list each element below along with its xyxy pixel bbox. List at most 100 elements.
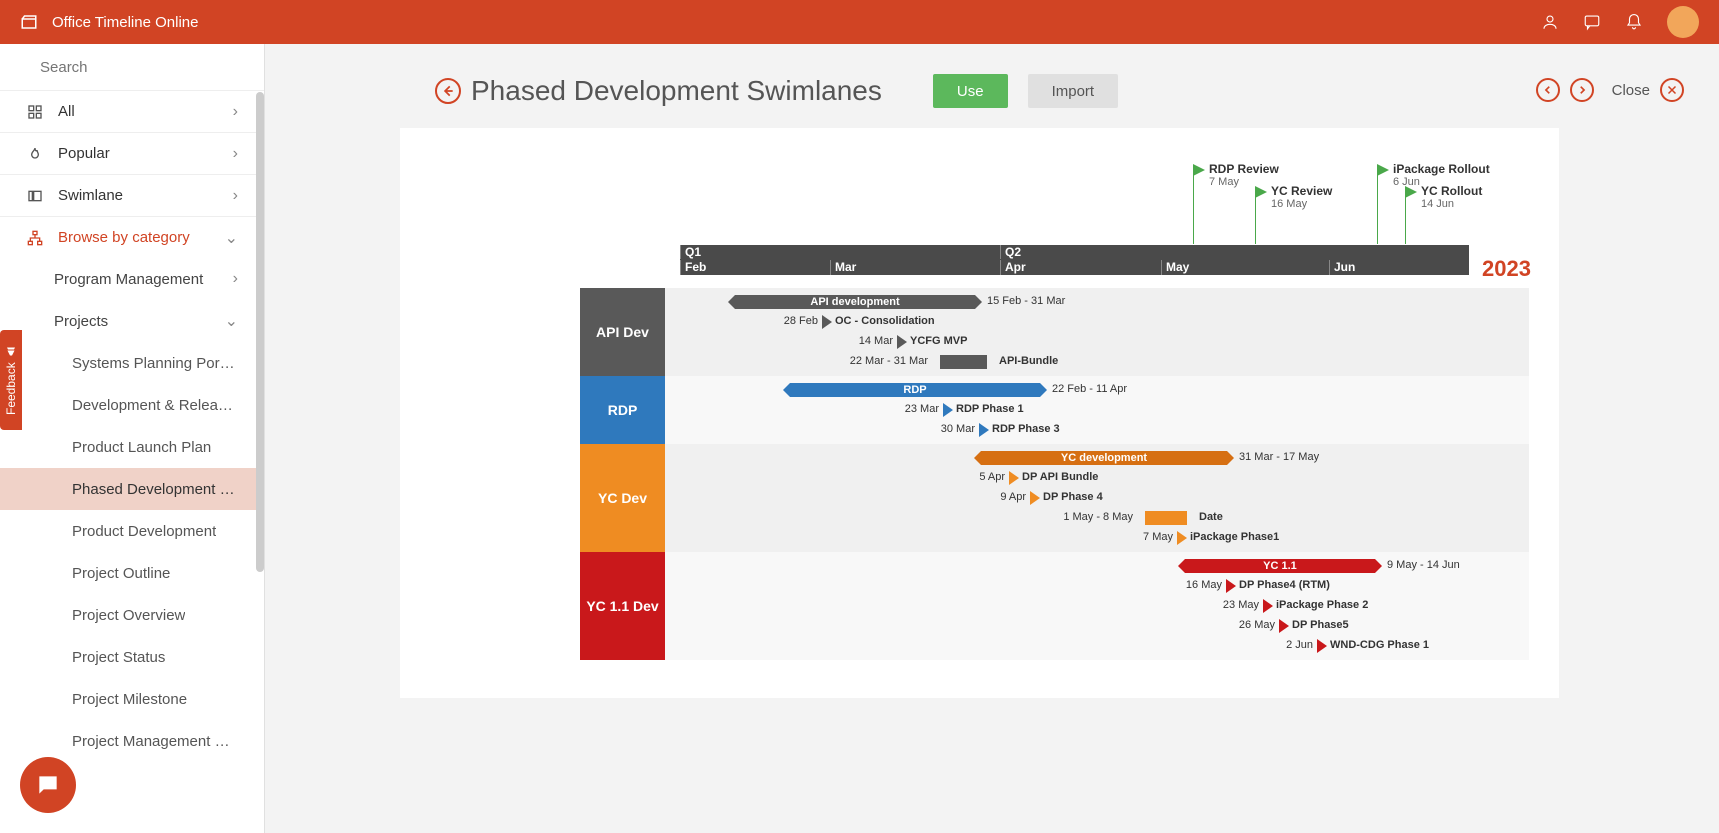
swimlane: RDPRDP22 Feb - 11 Apr23 MarRDP Phase 130… <box>580 376 1529 444</box>
task-label: Date <box>1199 510 1223 524</box>
sidebar-leaf[interactable]: Project Management Pro... <box>0 720 264 762</box>
subnav-projects[interactable]: Projects ⌄ <box>0 300 264 342</box>
milestone-label: iPackage Phase 2 <box>1276 599 1368 611</box>
milestone-date: 14 Jun <box>1421 198 1454 210</box>
chat-icon[interactable] <box>1583 13 1601 31</box>
back-button[interactable] <box>435 78 461 104</box>
sidebar-leaf-label: Project Management Pro... <box>72 733 238 750</box>
task-dates: 22 Feb - 11 Apr <box>1052 382 1127 396</box>
lane-milestone: 23 MarRDP Phase 1 <box>943 403 1024 417</box>
prev-template-button[interactable] <box>1536 78 1560 102</box>
swimlane: YC DevYC development31 Mar - 17 May5 Apr… <box>580 444 1529 552</box>
chevron-icon <box>1226 579 1236 593</box>
chevron-icon <box>1177 531 1187 545</box>
chevron-down-icon: ⌄ <box>225 311 238 331</box>
lane-milestone: 28 FebOC - Consolidation <box>822 315 935 329</box>
swimlane: API DevAPI development15 Feb - 31 Mar28 … <box>580 288 1529 376</box>
user-icon[interactable] <box>1541 13 1559 31</box>
sidebar-scrollbar[interactable] <box>256 92 264 602</box>
close-label: Close <box>1612 82 1650 99</box>
lane-milestone: 23 MayiPackage Phase 2 <box>1263 599 1368 613</box>
template-header: Phased Development Swimlanes Use Import … <box>265 44 1719 128</box>
template-title: Phased Development Swimlanes <box>471 75 882 107</box>
sidebar-leaf[interactable]: Project Overview <box>0 594 264 636</box>
milestone-date: 14 Mar <box>859 335 893 347</box>
swimlane-body: YC 1.19 May - 14 Jun16 MayDP Phase4 (RTM… <box>665 552 1529 660</box>
swimlane: YC 1.1 Dev YC 1.19 May - 14 Jun 16 May DP P… <box>580 552 1529 660</box>
swimlane-body: YC development31 Mar - 17 May5 AprDP API… <box>665 444 1529 552</box>
chat-fab[interactable] <box>20 757 76 813</box>
sidebar-leaf[interactable]: Project Outline <box>0 552 264 594</box>
task-label: API-Bundle <box>999 354 1058 368</box>
nav-swimlane[interactable]: Swimlane › <box>0 174 264 216</box>
flag-icon <box>1255 186 1267 198</box>
flame-icon <box>26 146 44 162</box>
topbar: Office Timeline Online <box>0 0 1719 44</box>
chevron-icon <box>897 335 907 349</box>
search-row[interactable] <box>0 44 264 90</box>
lane-milestone: 30 MarRDP Phase 3 <box>979 423 1060 437</box>
subnav-program-mgmt[interactable]: Program Management › <box>0 258 264 300</box>
task-dates: 15 Feb - 31 Mar <box>987 294 1065 308</box>
year-label: 2023 <box>1482 256 1531 282</box>
milestone-date: 30 Mar <box>941 423 975 435</box>
chevron-right-icon: › <box>233 103 238 121</box>
sidebar: All › Popular › Swimlane › Browse by cat… <box>0 44 265 833</box>
milestone-label: DP Phase5 <box>1292 619 1349 631</box>
flag-icon <box>1405 186 1417 198</box>
swimlane-label: API Dev <box>580 288 665 376</box>
nav-all[interactable]: All › <box>0 90 264 132</box>
swimlane-body: RDP22 Feb - 11 Apr23 MarRDP Phase 130 Ma… <box>665 376 1529 444</box>
next-template-button[interactable] <box>1570 78 1594 102</box>
close-button[interactable] <box>1660 78 1684 102</box>
chevron-left-icon <box>1543 85 1553 95</box>
feedback-label: Feedback <box>4 363 18 416</box>
app-title: Office Timeline Online <box>52 14 198 31</box>
lane-milestone: 5 AprDP API Bundle <box>1009 471 1098 485</box>
avatar[interactable] <box>1667 6 1699 38</box>
nav-swimlane-label: Swimlane <box>58 187 123 204</box>
task-bar: 1 May - 8 MayDate <box>1145 511 1187 525</box>
swimlane-label: RDP <box>580 376 665 444</box>
month-label: May <box>1161 260 1189 275</box>
milestone-date: 23 Mar <box>905 403 939 415</box>
nav-browse-category[interactable]: Browse by category ⌄ <box>0 216 264 258</box>
month-label: Feb <box>680 260 706 275</box>
search-input[interactable] <box>40 59 239 76</box>
time-axis: Q1Q2FebMarAprMayJun <box>680 245 1469 275</box>
sidebar-leaf[interactable]: Project Status <box>0 636 264 678</box>
milestone-date: 7 May <box>1209 176 1239 188</box>
lane-milestone: 9 AprDP Phase 4 <box>1030 491 1103 505</box>
chevron-icon <box>943 403 953 417</box>
chevron-icon <box>1263 599 1273 613</box>
import-button[interactable]: Import <box>1028 74 1119 108</box>
task-dates: 1 May - 8 May <box>1063 510 1133 524</box>
sidebar-leaf[interactable]: Development & Release S... <box>0 384 264 426</box>
sidebar-leaf[interactable]: Systems Planning Portfolio <box>0 342 264 384</box>
chevron-icon <box>979 423 989 437</box>
feedback-tab[interactable]: Feedback <box>0 330 22 430</box>
sidebar-leaf-label: Project Milestone <box>72 691 187 708</box>
milestone-date: 7 May <box>1143 531 1173 543</box>
nav-popular[interactable]: Popular › <box>0 132 264 174</box>
sidebar-leaf[interactable]: Product Launch Plan <box>0 426 264 468</box>
bell-icon[interactable] <box>1625 13 1643 31</box>
sidebar-leaf[interactable]: Phased Development Swi... <box>0 468 264 510</box>
sidebar-leaf-label: Development & Release S... <box>72 397 238 414</box>
sidebar-leaf[interactable]: Project Milestone <box>0 678 264 720</box>
chevron-icon <box>1317 639 1327 653</box>
lane-milestone: 26 MayDP Phase5 <box>1279 619 1349 633</box>
grid-icon <box>26 104 44 120</box>
milestone-label: DP Phase 4 <box>1043 491 1103 503</box>
subnav-projects-label: Projects <box>54 313 108 330</box>
task-dates: 9 May - 14 Jun <box>1387 558 1460 572</box>
lane-milestone: 2 JunWND-CDG Phase 1 <box>1317 639 1429 653</box>
milestone-date: 16 May <box>1186 579 1222 591</box>
chevron-right-icon: › <box>233 145 238 163</box>
sidebar-leaf[interactable]: Product Development <box>0 510 264 552</box>
task-bar: YC 1.19 May - 14 Jun <box>1185 559 1375 573</box>
use-button[interactable]: Use <box>933 74 1008 108</box>
task-dates: 31 Mar - 17 May <box>1239 450 1319 464</box>
swimlane-label: YC 1.1 Dev <box>580 552 665 660</box>
sidebar-leaf-label: Systems Planning Portfolio <box>72 355 238 372</box>
